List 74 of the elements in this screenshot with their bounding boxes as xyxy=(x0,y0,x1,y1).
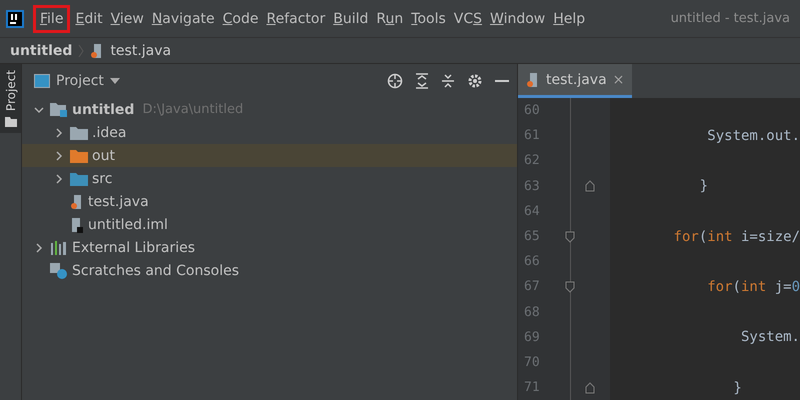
settings-icon[interactable] xyxy=(467,73,483,89)
tree-item[interactable]: .idea xyxy=(22,121,517,144)
line-number: 68 xyxy=(523,304,541,320)
window-title: untitled - test.java xyxy=(670,11,791,26)
line-number: 65 xyxy=(523,229,541,244)
dropdown-arrow-icon[interactable] xyxy=(110,78,120,84)
fold-marker-icon[interactable] xyxy=(564,280,575,293)
line-number: 63 xyxy=(523,178,541,194)
folder-icon xyxy=(70,126,88,140)
menu-item[interactable]: Navigate xyxy=(148,8,219,30)
tree-item[interactable]: src xyxy=(22,167,517,190)
fold-marker-icon[interactable] xyxy=(585,382,595,394)
minimize-icon[interactable] xyxy=(495,79,509,83)
libraries-icon xyxy=(50,240,68,254)
menu-item[interactable]: Build xyxy=(329,8,372,30)
code-line: System.out. xyxy=(706,128,800,144)
tree-item-label: External Libraries xyxy=(72,240,195,256)
line-number: 67 xyxy=(523,279,541,294)
line-number: 66 xyxy=(523,254,541,270)
tree-item-label: src xyxy=(92,170,112,186)
code-line: for(int i=size/ xyxy=(672,228,800,245)
separator-icon xyxy=(78,44,84,58)
expand-all-icon[interactable] xyxy=(415,73,429,89)
menu-item[interactable]: Code xyxy=(218,8,262,30)
tree-item[interactable]: untitled.iml xyxy=(22,213,517,236)
module-folder-icon xyxy=(50,102,68,117)
breadcrumb-item[interactable]: untitled xyxy=(10,42,72,58)
menu-item[interactable]: Tools xyxy=(407,8,450,30)
tree-item[interactable]: test.java xyxy=(22,190,517,213)
window-icon xyxy=(34,74,50,88)
menu-item[interactable]: Window xyxy=(486,8,550,30)
collapse-all-icon[interactable] xyxy=(441,73,455,89)
panel-title[interactable]: Project xyxy=(56,73,104,89)
line-number: 60 xyxy=(523,103,541,118)
java-file-icon xyxy=(70,194,84,210)
editor-tab[interactable]: test.java × xyxy=(518,64,632,98)
line-number: 62 xyxy=(523,153,541,168)
line-number: 70 xyxy=(523,354,541,370)
menu-item[interactable]: View xyxy=(106,8,148,30)
folder-icon xyxy=(70,172,88,186)
folder-icon xyxy=(4,117,16,128)
code-line: for(int j=0 xyxy=(706,278,800,295)
code-line: } xyxy=(732,380,742,396)
folder-icon xyxy=(70,148,88,162)
module-file-icon xyxy=(70,216,84,232)
line-number: 71 xyxy=(523,380,541,396)
tree-item[interactable]: External Libraries xyxy=(22,236,517,259)
target-icon[interactable] xyxy=(387,73,403,89)
menu-item[interactable]: Refactor xyxy=(262,8,330,30)
code-line: System. xyxy=(740,329,800,346)
tree-item-label: untitled xyxy=(72,102,134,118)
java-file-icon xyxy=(526,72,540,88)
menu-item[interactable]: Run xyxy=(372,8,408,30)
code-line: } xyxy=(698,178,708,194)
menu-item[interactable]: Help xyxy=(549,8,590,30)
tree-item-label: untitled.iml xyxy=(88,216,168,232)
menu-item[interactable]: Edit xyxy=(71,8,107,30)
tree-item-label: test.java xyxy=(88,194,149,210)
line-number: 64 xyxy=(523,204,541,219)
tree-item[interactable]: Scratches and Consoles xyxy=(22,259,517,282)
scratches-icon xyxy=(50,262,68,278)
tree-item-label: Scratches and Consoles xyxy=(72,262,239,278)
breadcrumb-item[interactable]: test.java xyxy=(110,42,172,58)
line-number: 61 xyxy=(523,128,541,144)
line-number: 69 xyxy=(523,330,541,345)
fold-marker-icon[interactable] xyxy=(565,230,575,243)
tree-item[interactable]: out xyxy=(22,144,517,167)
menu-item[interactable]: VCS xyxy=(450,8,486,30)
tree-item-label: out xyxy=(92,148,115,164)
close-icon[interactable]: × xyxy=(612,72,624,88)
tree-item-label: .idea xyxy=(92,124,126,140)
app-logo-icon xyxy=(6,10,24,28)
fold-marker-icon[interactable] xyxy=(585,180,595,192)
menu-item[interactable]: File xyxy=(36,8,68,30)
